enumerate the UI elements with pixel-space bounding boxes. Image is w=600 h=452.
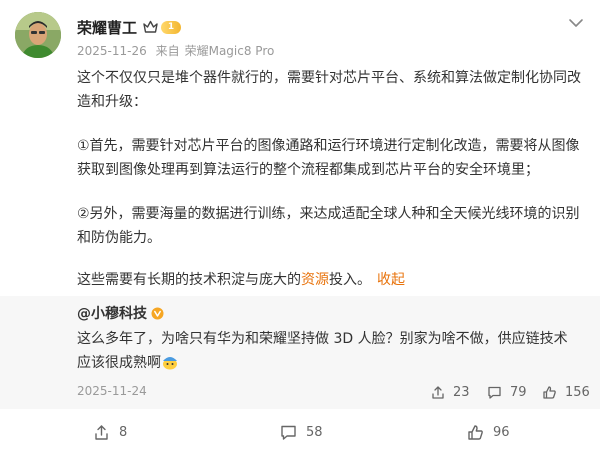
post-paragraph-3: ②另外，需要海量的数据进行训练，来达成适配全球人种和全天候光线环境的识别和防伪能…: [77, 206, 580, 246]
avatar[interactable]: [15, 12, 61, 58]
post-paragraph-4: 这些需要有长期的技术积淀与庞大的资源投入。 收起: [77, 268, 587, 292]
repost-share-count[interactable]: 23: [430, 382, 470, 402]
verified-badge-icon: [151, 307, 164, 319]
repost-like-value: 156: [565, 384, 590, 400]
like-icon: [468, 425, 483, 440]
post-action-bar: 8 58 96: [0, 420, 600, 446]
comment-count: 58: [306, 425, 323, 440]
author-name[interactable]: 荣耀曹工: [77, 17, 137, 38]
post-paragraph-1: 这个不仅仅只是堆个器件就行的，需要针对芯片平台、系统和算法做定制化协同改造和升级…: [77, 70, 581, 110]
emoji-face-icon: [163, 357, 177, 370]
repost-button[interactable]: 8: [93, 424, 127, 441]
repost-comment-value: 79: [510, 384, 527, 400]
repost-comment-count[interactable]: 79: [487, 382, 527, 402]
post-meta: 2025-11-26 来自 荣耀Magic8 Pro: [77, 42, 279, 59]
comment-icon: [488, 386, 501, 399]
repost-author-line: @小穆科技: [77, 303, 164, 323]
repost-content: 这么多年了，为啥只有华为和荣耀坚持做 3D 人脸？别家为啥不做，供应链技术应该很…: [77, 327, 577, 375]
collapse-link[interactable]: 收起: [377, 272, 405, 288]
repost-share-value: 23: [453, 384, 470, 400]
resource-link[interactable]: 资源: [301, 272, 329, 288]
repost-icon: [432, 385, 444, 399]
paragraph-4-text-end: 投入。: [329, 272, 371, 288]
level-badge: 1: [161, 20, 182, 34]
author-line: 荣耀曹工 1: [77, 16, 182, 38]
like-count: 96: [493, 425, 510, 440]
comment-button[interactable]: 58: [280, 424, 323, 441]
paragraph-4-text-start: 这些需要有长期的技术积淀与庞大的: [77, 272, 301, 288]
source-prefix: 来自: [155, 44, 180, 58]
post-paragraph-2: ①首先，需要针对芯片平台的图像通路和运行环境进行定制化改造，需要将从图像获取到图…: [77, 138, 580, 178]
crown-icon: [143, 20, 158, 33]
repost-author[interactable]: @小穆科技: [77, 303, 147, 323]
chevron-down-icon[interactable]: [568, 18, 584, 28]
like-icon: [543, 385, 556, 399]
source-device: 荣耀Magic8 Pro: [184, 44, 275, 58]
repost-count: 8: [119, 425, 128, 440]
like-button[interactable]: 96: [467, 424, 510, 441]
comment-icon: [281, 425, 296, 440]
repost-date: 2025-11-24: [77, 384, 147, 398]
post-date: 2025-11-26: [77, 44, 147, 58]
repost-text: 这么多年了，为啥只有华为和荣耀坚持做 3D 人脸？别家为啥不做，供应链技术应该很…: [77, 331, 568, 371]
repost-like-count[interactable]: 156: [542, 382, 590, 402]
repost-icon: [95, 425, 108, 440]
